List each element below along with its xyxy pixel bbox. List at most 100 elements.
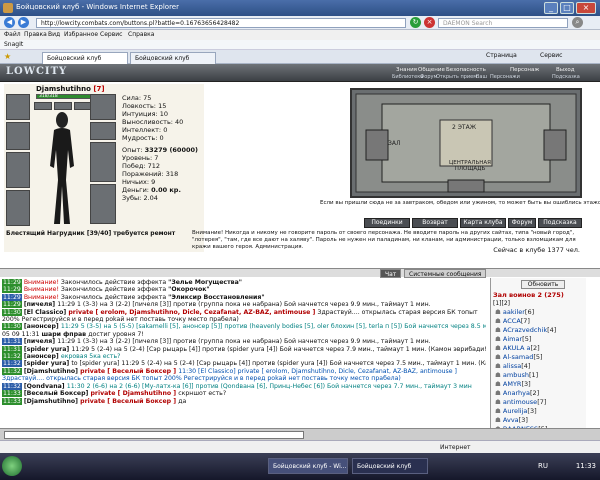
helmet-slot[interactable]: [6, 94, 30, 120]
pagination[interactable]: [1][2]: [493, 300, 510, 307]
warrior-item[interactable]: ☗ Aimar[5]: [495, 335, 583, 344]
favorites-bar: SnagIt: [0, 40, 600, 50]
chat-nick[interactable]: "Окорочок": [168, 286, 210, 293]
earrings-slot[interactable]: [90, 94, 116, 120]
nav-security[interactable]: Безопасность: [446, 67, 486, 73]
nav-characters[interactable]: Персонажи: [490, 74, 520, 80]
map-image: [355, 93, 577, 193]
chat-nick[interactable]: "Эликсир Восстановления": [168, 294, 264, 301]
browser-tab-2[interactable]: Бойцовский клуб: [130, 52, 216, 64]
snagit-button[interactable]: SnagIt: [4, 41, 23, 48]
menu-view[interactable]: Вид: [48, 31, 60, 38]
language-indicator[interactable]: RU: [538, 462, 548, 470]
chat-nick[interactable]: [spider yura]: [24, 346, 72, 353]
chat-nick[interactable]: шари фправ: [41, 331, 88, 338]
hp-bar: 318/318: [36, 94, 92, 99]
nav-knowledge[interactable]: Знания: [396, 67, 417, 73]
taskbar-item-1[interactable]: Бойцовский клуб - Wi...: [268, 458, 348, 474]
warrior-item[interactable]: ☗ Anarhya[2]: [495, 389, 583, 398]
chat-nick[interactable]: [Qondvana]: [24, 383, 67, 390]
character-name[interactable]: Djamshutihno [7]: [36, 85, 105, 93]
club-map-button[interactable]: Карта клуба: [460, 218, 506, 228]
club-map[interactable]: 2 ЭТАЖ ЗАЛ ЦЕНТРАЛЬНАЯ ПЛОЩАДЬ: [350, 88, 582, 198]
tab-bar: ★ Бойцовский клуб Бойцовский клуб Страни…: [0, 50, 600, 64]
boots-slot[interactable]: [90, 184, 116, 224]
chat-nick[interactable]: [анонсер]: [24, 323, 61, 330]
tab-system-messages[interactable]: Системные сообщения: [404, 269, 487, 278]
chat-log[interactable]: 11:29 Внимание! Закончилось действие эфф…: [0, 278, 488, 428]
nav-character[interactable]: Персонаж: [510, 67, 539, 73]
nav-exit[interactable]: Выход: [556, 67, 575, 73]
minimize-button[interactable]: _: [544, 2, 558, 14]
favorites-star-icon[interactable]: ★: [4, 52, 11, 61]
battles-button[interactable]: Поединки: [364, 218, 410, 228]
page-menu[interactable]: Страница: [486, 52, 517, 59]
ring-slot-1[interactable]: [34, 102, 52, 110]
chat-nick[interactable]: [пичеля]: [24, 301, 57, 308]
refresh-button[interactable]: Обновить: [521, 280, 565, 289]
search-icon[interactable]: ⌕: [572, 17, 583, 28]
tab-chat[interactable]: Чат: [380, 269, 402, 278]
chat-tabbar: [0, 268, 600, 277]
nav-communication[interactable]: Общение: [418, 67, 445, 73]
gloves-slot[interactable]: [90, 122, 116, 140]
map-label-hall: ЗАЛ: [388, 140, 401, 147]
warrior-level: [1]: [528, 371, 539, 379]
weapon-slot[interactable]: [6, 152, 30, 188]
warrior-item[interactable]: ☗ AMYR[3]: [495, 380, 583, 389]
chat-nick[interactable]: [анонсер]: [24, 353, 61, 360]
hint-button[interactable]: Подсказка: [538, 218, 582, 228]
chat-nick[interactable]: [пичеля]: [24, 338, 57, 345]
nav-your[interactable]: Ваш: [476, 74, 487, 80]
chat-nick[interactable]: [Djamshutihno]: [24, 398, 80, 405]
warrior-item[interactable]: ☗ Aurelija[3]: [495, 407, 583, 416]
nav-forum[interactable]: Форум: [420, 74, 437, 80]
start-button[interactable]: [2, 456, 22, 476]
menu-tools[interactable]: Сервис: [100, 31, 122, 38]
warrior-item[interactable]: ☗ AKULA а[2]: [495, 344, 583, 353]
browser-tab-1[interactable]: Бойцовский клуб: [42, 52, 128, 64]
warrior-item[interactable]: ☗ Al-samad[5]: [495, 353, 583, 362]
character-panel: Djamshutihno [7] 318/318 Сила: 75 Ловкос…: [4, 84, 204, 252]
warrior-item[interactable]: ☗ alissa[4]: [495, 362, 583, 371]
search-input[interactable]: DAEMON Search: [438, 18, 568, 28]
chat-input[interactable]: [4, 431, 304, 439]
back-icon[interactable]: ◀: [4, 17, 15, 28]
close-button[interactable]: ×: [576, 2, 596, 14]
chat-private: private [ erolom, Djamshutihno, Dicle, C…: [68, 308, 318, 316]
chat-line: 11:33 [Веселый Боксер] private [ Djamshu…: [2, 390, 486, 398]
clan-icon: ☗: [495, 308, 503, 316]
warrior-item[interactable]: ☗ ACrazvedchik[4]: [495, 326, 583, 335]
warrior-item[interactable]: ☗ ambush[1]: [495, 371, 583, 380]
nav-hint[interactable]: Подсказка: [552, 74, 580, 80]
menu-edit[interactable]: Правка: [24, 31, 47, 38]
armor-slot[interactable]: [6, 190, 30, 226]
warrior-item[interactable]: ☗ aakiler[6]: [495, 308, 583, 317]
warrior-item[interactable]: ☗ ACCA[7]: [495, 317, 583, 326]
chat-nick[interactable]: [Веселый Боксер]: [24, 390, 91, 397]
refresh-icon[interactable]: ↻: [410, 17, 421, 28]
tools-menu[interactable]: Сервис: [540, 52, 562, 59]
menu-help[interactable]: Справка: [128, 31, 154, 38]
taskbar-item-2[interactable]: Бойцовский клуб: [352, 458, 428, 474]
forum-button[interactable]: Форум: [508, 218, 536, 228]
warrior-item[interactable]: ☗ Avva[3]: [495, 416, 583, 425]
forward-icon[interactable]: ▶: [18, 17, 29, 28]
shield-slot[interactable]: [90, 142, 116, 182]
nav-library[interactable]: Библиотека: [392, 74, 423, 80]
nav-open-reception[interactable]: Открыть прием: [436, 74, 477, 80]
chat-nick[interactable]: "Зелье Могущества": [168, 279, 242, 286]
stop-icon[interactable]: ×: [424, 17, 435, 28]
amulet-slot[interactable]: [6, 122, 30, 150]
chat-line: 200% Регестрируйся и в перед pokaй нет п…: [2, 316, 486, 323]
ring-slot-2[interactable]: [54, 102, 72, 110]
menu-file[interactable]: Файл: [4, 31, 21, 38]
chat-nick[interactable]: [spider yura]: [24, 360, 72, 367]
chat-nick[interactable]: [Djamshutihno]: [24, 368, 80, 375]
return-button[interactable]: Возврат: [412, 218, 458, 228]
maximize-button[interactable]: □: [560, 2, 574, 14]
warrior-item[interactable]: ☗ antimouse[7]: [495, 398, 583, 407]
chat-nick[interactable]: [El Classico]: [24, 309, 69, 316]
url-input[interactable]: http://lowcity.combats.com/buttons.pl?ba…: [36, 18, 406, 28]
menu-favorites[interactable]: Избранное: [64, 31, 98, 38]
